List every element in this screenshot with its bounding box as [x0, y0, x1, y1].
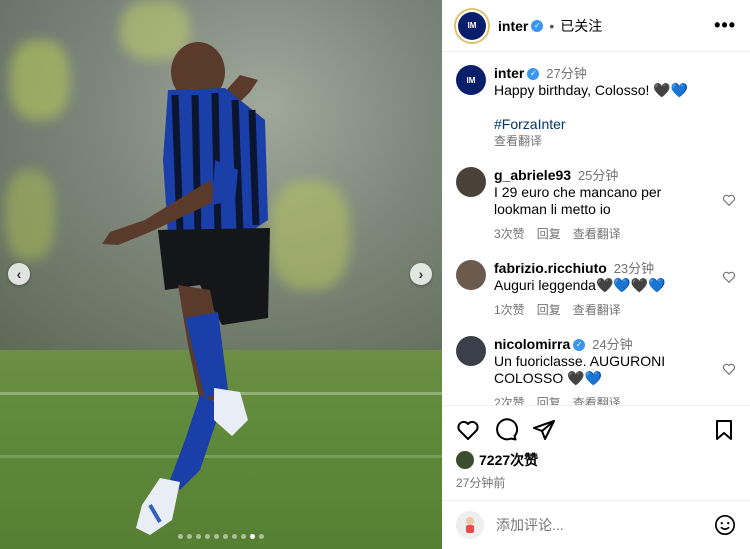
comment-likes[interactable]: 2次赞: [494, 395, 525, 405]
comment-body: fabrizio.ricchiuto 23分钟 Auguri leggenda🖤…: [494, 260, 736, 319]
verified-badge-icon: ✓: [573, 339, 586, 352]
inter-avatar[interactable]: IM: [454, 7, 490, 44]
comment-username[interactable]: nicolomirra: [494, 336, 570, 352]
header-text: inter ✓ • 已关注: [498, 16, 602, 36]
caption-text: Happy birthday, Colosso! 🖤💙: [494, 82, 689, 98]
post-sidebar: IM inter ✓ • 已关注 ••• IM inter ✓ 27分钟 Happ…: [442, 0, 750, 549]
caption-time: 27分钟: [546, 66, 587, 81]
comment-username[interactable]: g_abriele93: [494, 167, 571, 183]
comment-time: 23分钟: [613, 261, 655, 276]
carousel-prev-button[interactable]: ‹: [8, 263, 30, 285]
comment-item: g_abriele93 25分钟 I 29 euro che mancano p…: [456, 167, 736, 243]
player-figure: [102, 42, 270, 535]
carousel-dot: [241, 534, 246, 539]
carousel-dot: [205, 534, 210, 539]
verified-badge-icon: ✓: [527, 68, 540, 81]
like-comment-heart-icon[interactable]: [722, 362, 736, 376]
commenter-avatar[interactable]: [456, 260, 486, 290]
reply-button[interactable]: 回复: [537, 395, 561, 405]
add-comment-bar: [442, 500, 750, 549]
likes-count[interactable]: 7227次赞: [456, 450, 736, 470]
share-send-icon[interactable]: [532, 418, 556, 442]
carousel-next-button[interactable]: ›: [410, 263, 432, 285]
liker-avatar: [456, 451, 474, 469]
carousel-dot: [187, 534, 192, 539]
current-user-avatar: [456, 511, 484, 539]
reply-button[interactable]: 回复: [537, 302, 561, 319]
comment-time: 25分钟: [577, 168, 619, 183]
carousel-dot: [214, 534, 219, 539]
post-timestamp: 27分钟前: [456, 476, 506, 490]
translate-button[interactable]: 查看翻译: [573, 226, 621, 243]
avatar-figure-icon: [466, 517, 474, 533]
header-separator: •: [549, 17, 555, 34]
verified-badge-icon: ✓: [531, 19, 544, 32]
hashtag-link[interactable]: #ForzaInter: [494, 116, 736, 133]
like-comment-heart-icon[interactable]: [722, 193, 736, 207]
carousel-dot: [250, 534, 255, 539]
following-button[interactable]: 已关注: [560, 16, 602, 36]
comment-meta: 3次赞 回复 查看翻译: [494, 226, 736, 243]
caption-avatar[interactable]: IM: [456, 65, 486, 95]
caption-username[interactable]: inter: [494, 65, 524, 81]
comment-meta: 1次赞 回复 查看翻译: [494, 302, 736, 319]
carousel-dot: [259, 534, 264, 539]
comment-meta: 2次赞 回复 查看翻译: [494, 395, 736, 405]
reply-button[interactable]: 回复: [537, 226, 561, 243]
comments-list[interactable]: IM inter ✓ 27分钟 Happy birthday, Colosso! …: [442, 53, 750, 405]
comment-bubble-icon[interactable]: [494, 418, 518, 442]
comment-body: nicolomirra ✓ 24分钟 Un fuoriclasse. AUGURO…: [494, 336, 736, 405]
carousel-dot: [196, 534, 201, 539]
action-icons: [456, 418, 736, 442]
comment-time: 24分钟: [592, 337, 633, 352]
header-username[interactable]: inter: [498, 18, 528, 34]
carousel-dot: [232, 534, 237, 539]
post-actions: 7227次赞 27分钟前: [442, 405, 750, 491]
comment-text: Un fuoriclasse. AUGURONI COLOSSO 🖤💙: [494, 353, 666, 386]
add-comment-input[interactable]: [496, 517, 686, 533]
comment-username[interactable]: fabrizio.ricchiuto: [494, 260, 607, 276]
commenter-avatar[interactable]: [456, 336, 486, 366]
comment-text: I 29 euro che mancano per lookman li met…: [494, 184, 662, 217]
more-options-icon[interactable]: •••: [714, 15, 736, 36]
carousel-dot: [178, 534, 183, 539]
likes-text: 7227次赞: [479, 452, 539, 468]
translate-button[interactable]: 查看翻译: [573, 302, 621, 319]
comment-body: g_abriele93 25分钟 I 29 euro che mancano p…: [494, 167, 736, 243]
post-header: IM inter ✓ • 已关注 •••: [442, 0, 750, 52]
inter-logo-icon: IM: [456, 65, 486, 95]
carousel-dots: [0, 534, 442, 539]
caption-body: inter ✓ 27分钟 Happy birthday, Colosso! 🖤💙 …: [494, 65, 736, 150]
like-comment-heart-icon[interactable]: [722, 270, 736, 284]
comment-likes[interactable]: 3次赞: [494, 226, 525, 243]
carousel-dot: [223, 534, 228, 539]
commenter-avatar[interactable]: [456, 167, 486, 197]
comment-text: Auguri leggenda🖤💙🖤💙: [494, 277, 666, 293]
post-caption: IM inter ✓ 27分钟 Happy birthday, Colosso! …: [456, 65, 736, 150]
emoji-icon[interactable]: [714, 514, 736, 536]
comment-item: fabrizio.ricchiuto 23分钟 Auguri leggenda🖤…: [456, 260, 736, 319]
like-heart-icon[interactable]: [456, 418, 480, 442]
translate-button[interactable]: 查看翻译: [573, 395, 621, 405]
post-media[interactable]: ‹ ›: [0, 0, 442, 549]
comment-likes[interactable]: 1次赞: [494, 302, 525, 319]
comment-item: nicolomirra ✓ 24分钟 Un fuoriclasse. AUGURO…: [456, 336, 736, 405]
caption-translate-link[interactable]: 查看翻译: [494, 133, 736, 150]
inter-logo-icon: IM: [458, 11, 486, 40]
save-bookmark-icon[interactable]: [712, 418, 736, 442]
